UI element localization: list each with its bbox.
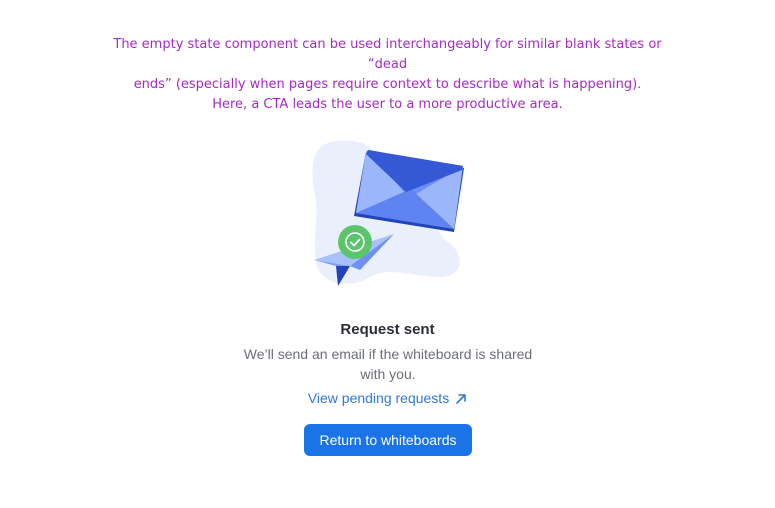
return-to-whiteboards-button[interactable]: Return to whiteboards bbox=[304, 424, 472, 456]
arrow-up-right-icon bbox=[455, 390, 467, 410]
envelope-paper-plane-illustration bbox=[312, 140, 464, 286]
annotation-line-2: ends” (especially when pages require con… bbox=[133, 77, 642, 92]
empty-state-description: We’ll send an email if the whiteboard is… bbox=[243, 346, 533, 382]
annotation-line-3: Here, a CTA leads the user to a more pro… bbox=[212, 97, 563, 112]
view-pending-requests-link[interactable]: View pending requests bbox=[0, 388, 775, 410]
request-sent-illustration bbox=[308, 138, 470, 290]
empty-state-title: Request sent bbox=[340, 321, 435, 338]
view-pending-requests-label: View pending requests bbox=[307, 390, 450, 406]
annotation-line-1: The empty state component can be used in… bbox=[113, 37, 662, 72]
check-badge-icon bbox=[338, 225, 372, 259]
design-annotation: The empty state component can be used in… bbox=[110, 35, 665, 115]
